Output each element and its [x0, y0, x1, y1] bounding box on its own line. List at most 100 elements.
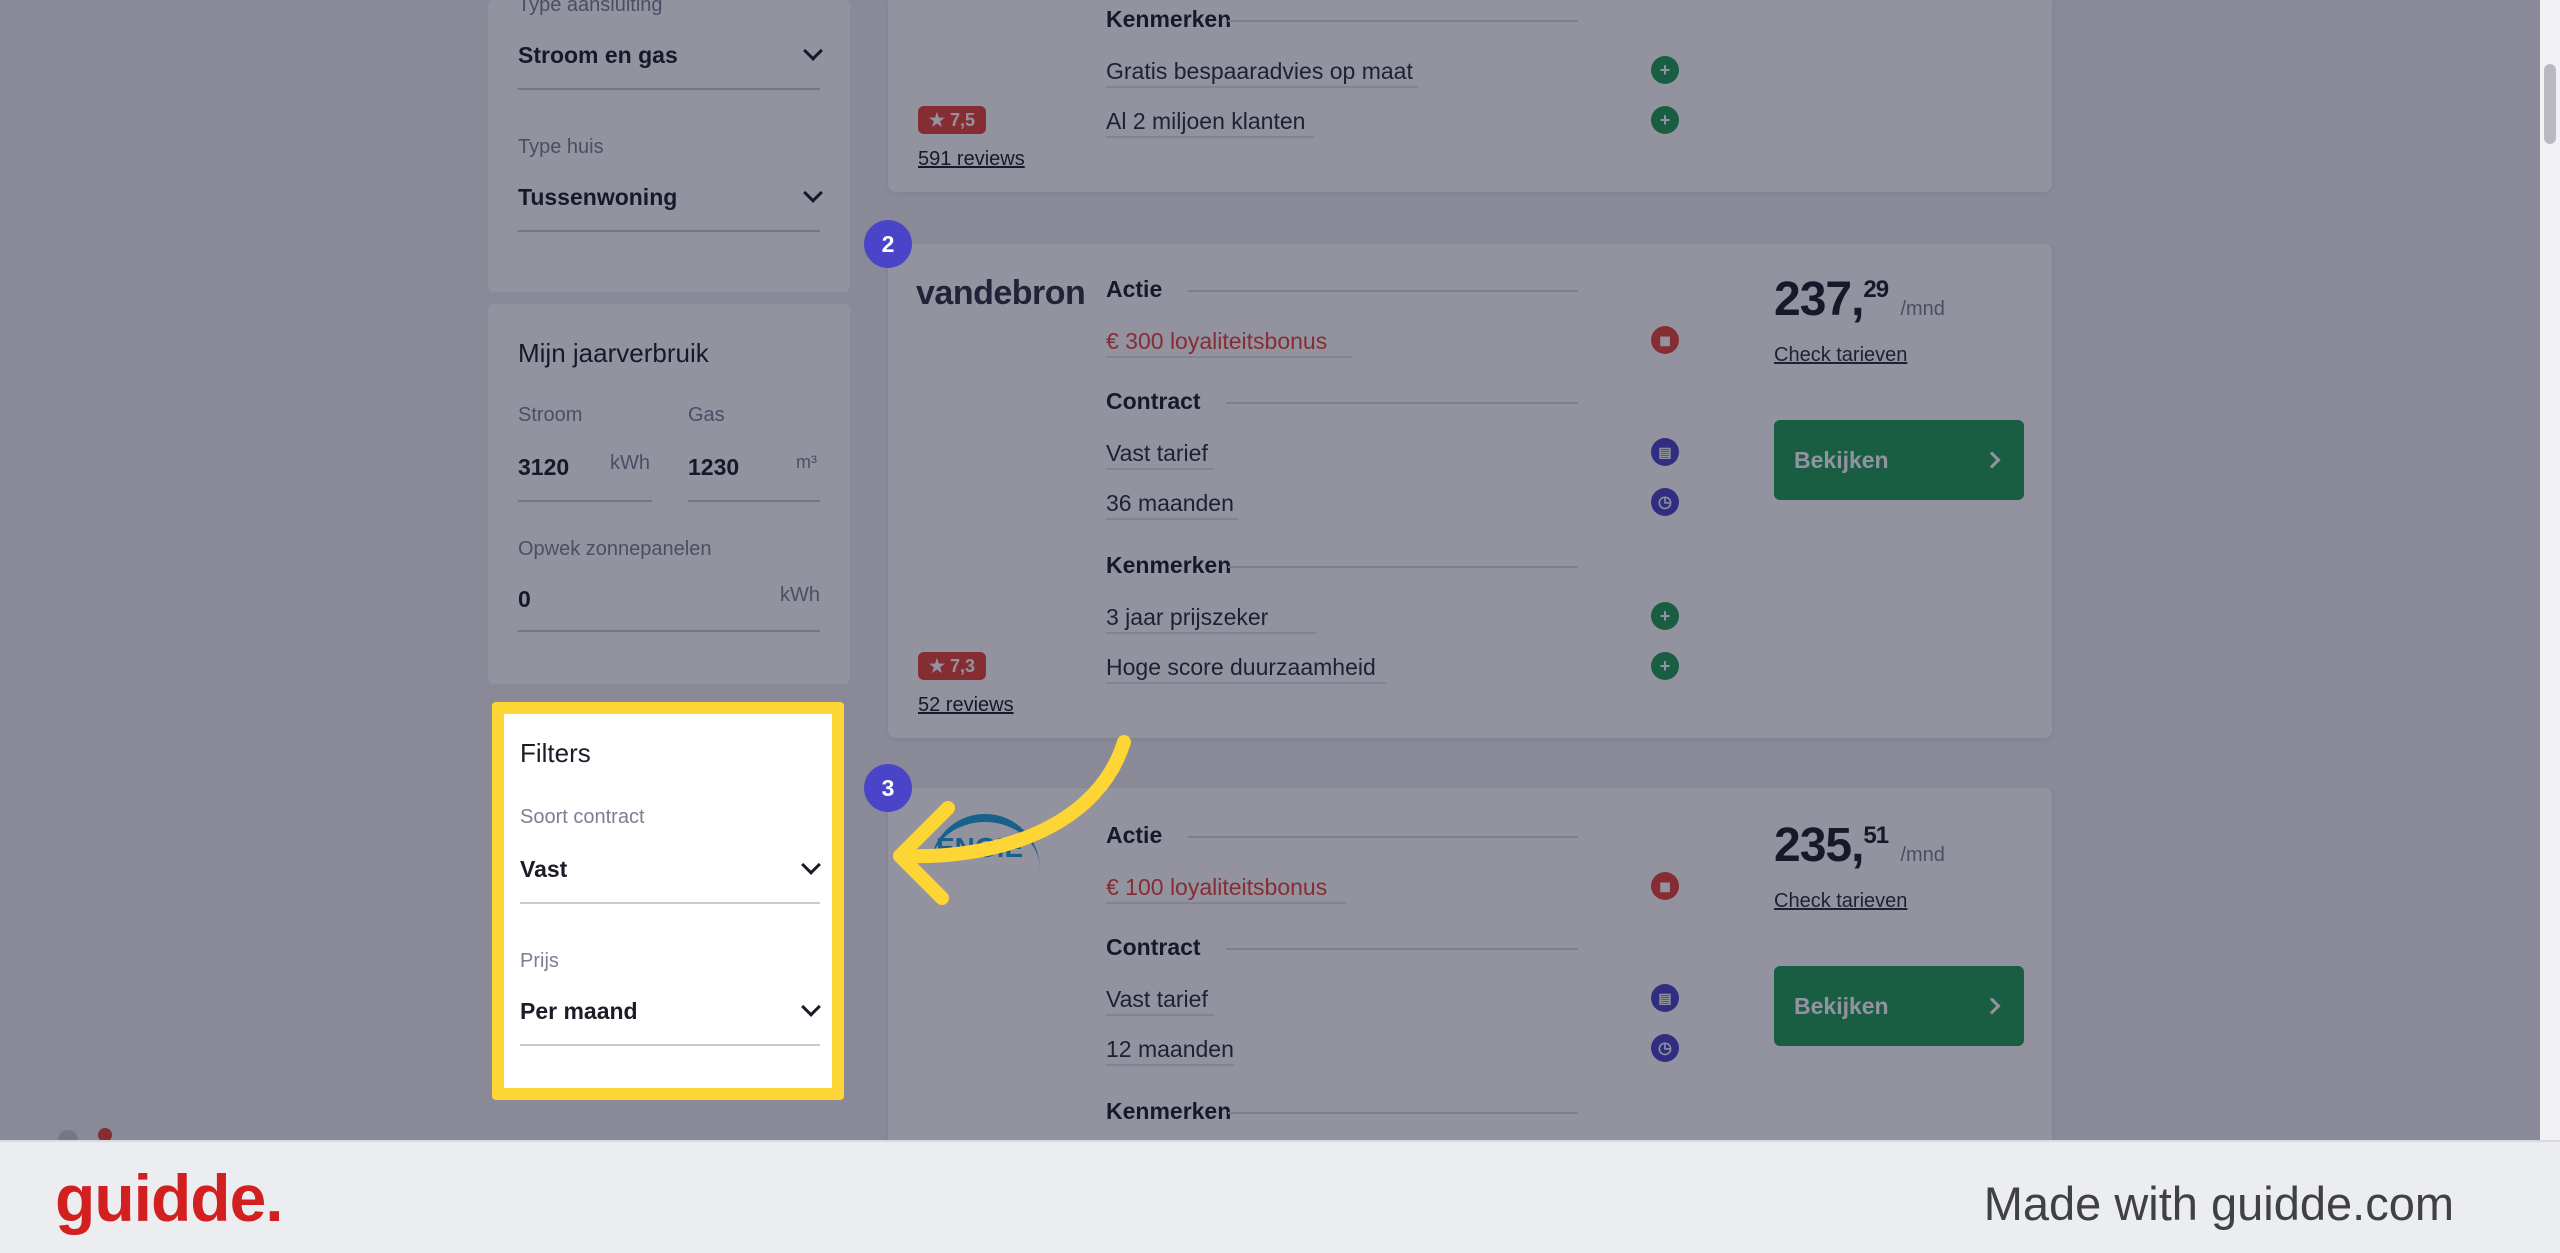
- rating-value: 7,3: [950, 655, 976, 676]
- row-rule: [1106, 1014, 1214, 1016]
- price-unit: /mnd: [1900, 844, 1945, 866]
- divider: [518, 88, 820, 90]
- usage-panel: Mijn jaarverbruik Stroom Gas 3120 kWh 12…: [488, 304, 850, 684]
- bekijken-button[interactable]: Bekijken: [1774, 966, 2024, 1046]
- chevron-down-icon[interactable]: [803, 183, 823, 203]
- price-cents: 29: [1863, 276, 1889, 303]
- scrollbar[interactable]: [2540, 0, 2560, 1140]
- rating-value: 7,5: [950, 109, 976, 130]
- actie-heading: Actie: [1106, 276, 1163, 302]
- feature-row: Al 2 miljoen klanten: [1106, 108, 1306, 134]
- plus-icon: +: [1651, 56, 1679, 84]
- soort-contract-select[interactable]: Vast: [520, 856, 567, 883]
- soort-contract-label: Soort contract: [520, 806, 645, 828]
- gas-underline: [688, 500, 820, 502]
- row-rule: [1106, 86, 1418, 88]
- feature-row: Hoge score duurzaamheid: [1106, 654, 1376, 680]
- row-rule: [1106, 356, 1352, 358]
- stroom-unit: kWh: [610, 452, 650, 474]
- reviews-link[interactable]: 52 reviews: [918, 694, 1014, 717]
- row-rule: [1106, 632, 1316, 634]
- plus-icon: +: [1651, 652, 1679, 680]
- type-huis-label: Type huis: [518, 136, 604, 158]
- section-rule: [1188, 836, 1578, 838]
- feature-row: 3 jaar prijszeker: [1106, 604, 1269, 630]
- divider: [520, 902, 820, 904]
- check-tarieven-link[interactable]: Check tarieven: [1774, 890, 1907, 913]
- notification-dot: [98, 1128, 112, 1140]
- stroom-label: Stroom: [518, 404, 583, 426]
- gift-icon: ◼: [1651, 326, 1679, 354]
- section-rule: [1226, 948, 1578, 950]
- stroom-underline: [518, 500, 652, 502]
- row-rule: [1106, 1064, 1234, 1066]
- monthly-price: 235,51 /mnd: [1774, 818, 1945, 873]
- opwek-input[interactable]: 0: [518, 586, 531, 613]
- section-rule: [1226, 402, 1578, 404]
- filters-panel: Filters Soort contract Vast Prijs Per ma…: [492, 702, 844, 1100]
- feature-row: Gratis bespaaradvies op maat: [1106, 58, 1413, 84]
- document-icon: ▤: [1651, 984, 1679, 1012]
- monthly-price: 237,29 /mnd: [1774, 272, 1945, 327]
- kenmerken-heading: Kenmerken: [1106, 552, 1232, 578]
- contract-row: 36 maanden: [1106, 490, 1234, 516]
- made-with-text: Made with guidde.com: [1983, 1177, 2454, 1230]
- rank-badge-3: 3: [864, 764, 912, 812]
- offer-card-2: vandebron Actie € 300 loyaliteitsbonus ◼…: [888, 244, 2052, 738]
- contract-heading: Contract: [1106, 934, 1201, 960]
- chevron-down-icon[interactable]: [803, 41, 823, 61]
- promo-row: € 100 loyaliteitsbonus: [1106, 874, 1328, 900]
- row-rule: [1106, 518, 1238, 520]
- chevron-right-icon: [1983, 451, 2001, 469]
- row-rule: [1106, 468, 1214, 470]
- prijs-select[interactable]: Per maand: [520, 998, 638, 1025]
- plus-icon: +: [1651, 106, 1679, 134]
- gas-unit: m³: [796, 452, 817, 472]
- chevron-down-icon[interactable]: [801, 997, 821, 1017]
- prijs-label: Prijs: [520, 950, 559, 972]
- bekijken-button[interactable]: Bekijken: [1774, 420, 2024, 500]
- actie-heading: Actie: [1106, 822, 1163, 848]
- opwek-label: Opwek zonnepanelen: [518, 538, 712, 560]
- gas-input[interactable]: 1230: [688, 454, 739, 481]
- section-rule: [1228, 566, 1578, 568]
- rating-badge: ★ 7,3: [918, 652, 986, 680]
- chevron-right-icon: [1983, 997, 2001, 1015]
- usage-title: Mijn jaarverbruik: [518, 338, 709, 368]
- kenmerken-heading: Kenmerken: [1106, 1098, 1232, 1124]
- contract-row: Vast tarief: [1106, 986, 1208, 1012]
- price-cents: 51: [1863, 822, 1889, 849]
- price-main: 237,: [1774, 273, 1864, 326]
- footer-banner: guidde. Made with guidde.com: [0, 1140, 2560, 1253]
- reviews-link[interactable]: 591 reviews: [918, 148, 1025, 171]
- type-huis-select[interactable]: Tussenwoning: [518, 184, 677, 211]
- check-tarieven-link[interactable]: Check tarieven: [1774, 344, 1907, 367]
- type-aansluiting-select[interactable]: Stroom en gas: [518, 42, 678, 69]
- provider-logo-vandebron: vandebron: [916, 274, 1086, 312]
- contract-row: Vast tarief: [1106, 440, 1208, 466]
- section-rule: [1188, 290, 1578, 292]
- row-rule: [1106, 682, 1386, 684]
- section-rule: [1228, 1112, 1578, 1114]
- clock-icon: ◷: [1651, 488, 1679, 516]
- row-rule: [1106, 902, 1346, 904]
- button-label: Bekijken: [1794, 446, 1889, 473]
- clock-icon: ◷: [1651, 1034, 1679, 1062]
- avatar: [58, 1128, 112, 1140]
- page: Type aansluiting Stroom en gas Type huis…: [0, 0, 2560, 1140]
- offer-card-1: Kenmerken Gratis bespaaradvies op maat +…: [888, 0, 2052, 192]
- avatar-circle: [58, 1130, 78, 1140]
- offer-card-3: ENGIE Actie € 100 loyaliteitsbonus ◼ Con…: [888, 788, 2052, 1140]
- divider: [518, 630, 820, 632]
- provider-logo-engie: ENGIE: [914, 814, 1074, 874]
- guidde-logo: guidde.: [55, 1161, 284, 1235]
- stroom-input[interactable]: 3120: [518, 454, 569, 481]
- filters-title: Filters: [520, 738, 591, 768]
- document-icon: ▤: [1651, 438, 1679, 466]
- scrollbar-thumb[interactable]: [2544, 64, 2556, 144]
- chevron-down-icon[interactable]: [801, 855, 821, 875]
- gas-label: Gas: [688, 404, 725, 426]
- gift-icon: ◼: [1651, 872, 1679, 900]
- contract-heading: Contract: [1106, 388, 1201, 414]
- promo-row: € 300 loyaliteitsbonus: [1106, 328, 1328, 354]
